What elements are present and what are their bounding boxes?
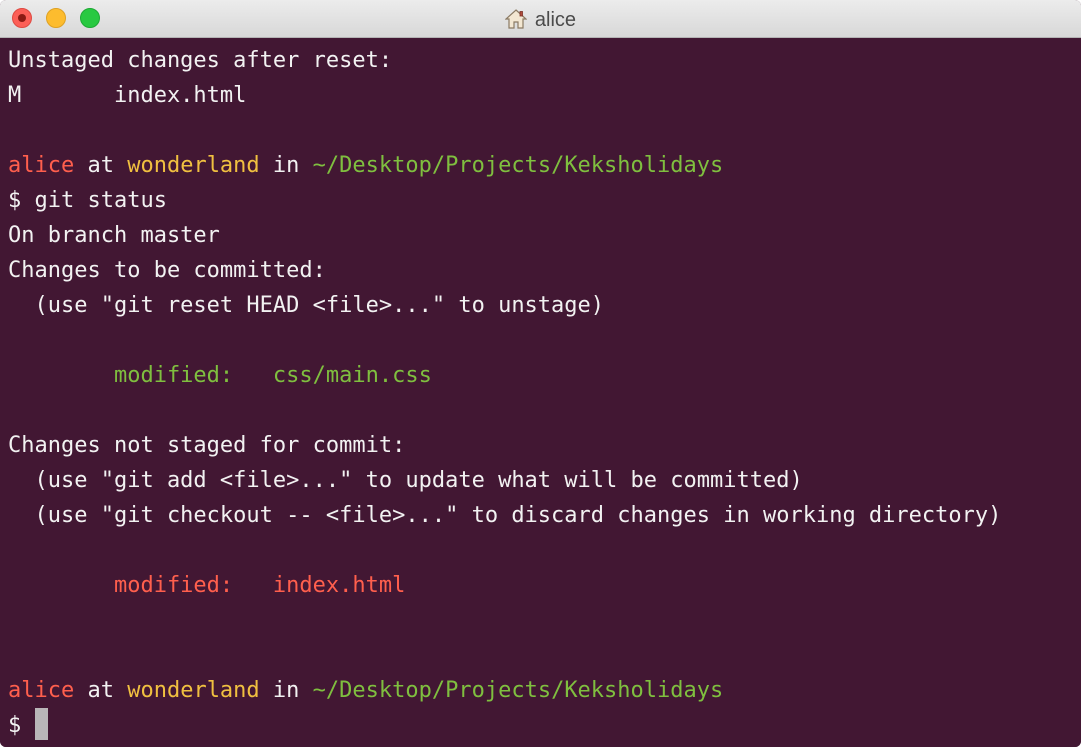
text-cursor	[34, 708, 48, 740]
unstaged-status-label: modified:	[8, 573, 273, 598]
staged-file-name: css/main.css	[272, 363, 432, 388]
staged-file-line: modified: css/main.css	[8, 358, 432, 393]
prompt-in: in	[259, 153, 313, 178]
shell-prompt: alice at wonderland in ~/Desktop/Project…	[8, 673, 723, 708]
window-title: alice	[0, 8, 1081, 35]
staged-status-label: modified:	[8, 363, 273, 388]
prompt-at: at	[74, 153, 128, 178]
output-line: (use "git checkout -- <file>..." to disc…	[8, 503, 1002, 528]
window-title-text: alice	[534, 9, 577, 31]
shell-prompt: alice at wonderland in ~/Desktop/Project…	[8, 148, 723, 183]
prompt-user: alice	[8, 678, 75, 703]
prompt-host: wonderland	[127, 153, 260, 178]
output-line: M index.html	[8, 83, 247, 108]
unstaged-file-name: index.html	[272, 573, 406, 598]
command-input-line[interactable]: $	[8, 708, 48, 743]
title-bar[interactable]: alice	[0, 0, 1081, 38]
prompt-path: ~/Desktop/Projects/Keksholidays	[312, 678, 724, 703]
prompt-symbol: $	[8, 713, 35, 738]
terminal-window: alice Unstaged changes after reset: M in…	[0, 0, 1081, 747]
output-line: (use "git reset HEAD <file>..." to unsta…	[8, 293, 605, 318]
output-line: Changes not staged for commit:	[8, 433, 406, 458]
prompt-at: at	[74, 678, 128, 703]
terminal-output[interactable]: Unstaged changes after reset: M index.ht…	[0, 38, 1081, 747]
output-line: Unstaged changes after reset:	[8, 48, 393, 73]
command-line: $ git status	[8, 188, 167, 213]
output-line: On branch master	[8, 223, 220, 248]
prompt-user: alice	[8, 153, 75, 178]
prompt-host: wonderland	[127, 678, 260, 703]
unstaged-file-line: modified: index.html	[8, 568, 405, 603]
output-line: Changes to be committed:	[8, 258, 326, 283]
prompt-in: in	[259, 678, 313, 703]
output-line: (use "git add <file>..." to update what …	[8, 468, 803, 493]
home-icon	[504, 9, 528, 35]
prompt-path: ~/Desktop/Projects/Keksholidays	[312, 153, 724, 178]
